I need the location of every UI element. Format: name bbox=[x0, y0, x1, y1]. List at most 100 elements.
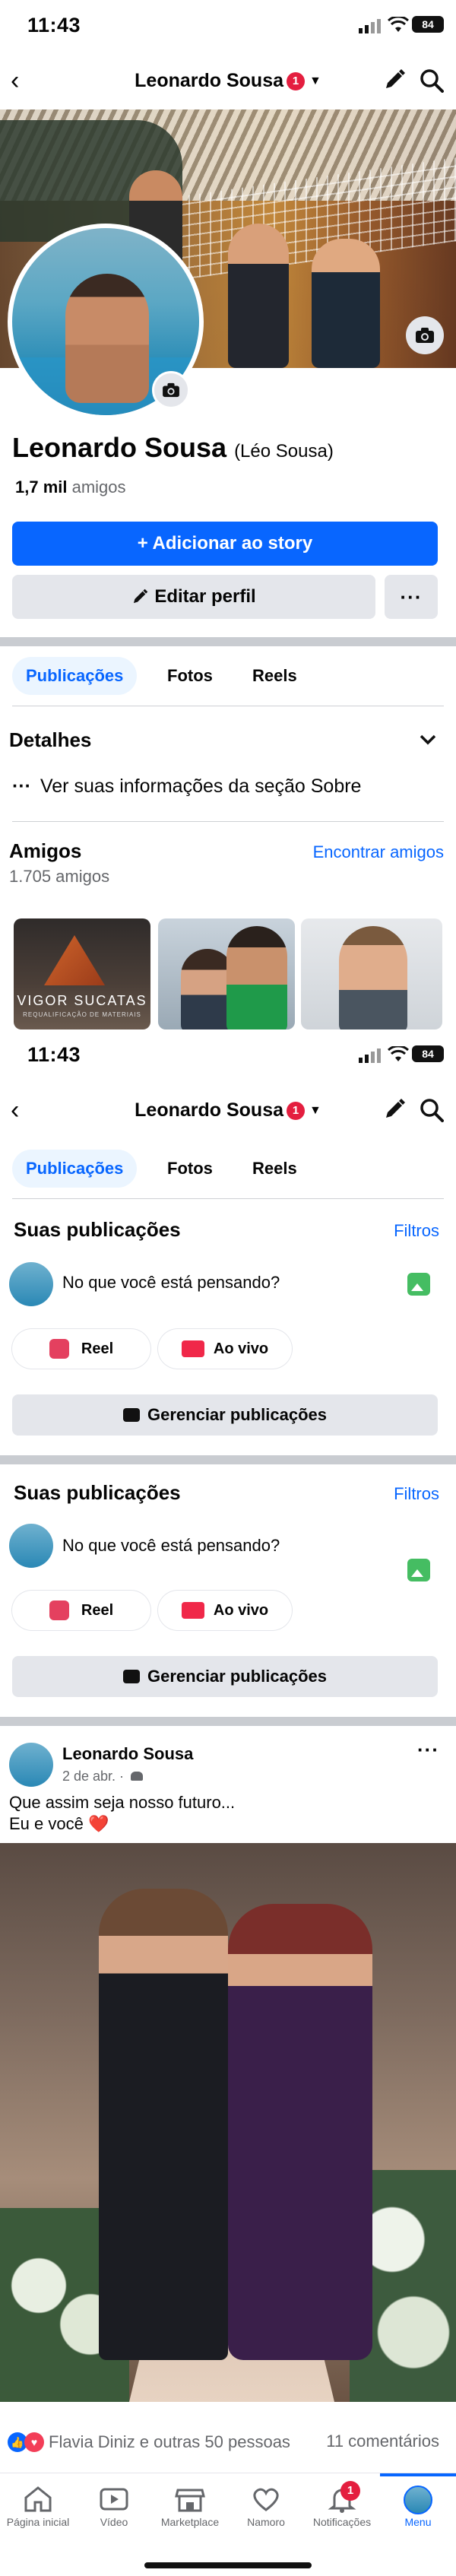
live-label: Ao vivo bbox=[213, 1340, 269, 1357]
post-more-button[interactable]: ··· bbox=[417, 1738, 439, 1762]
reel-icon bbox=[49, 1600, 69, 1620]
friend-thumbnail[interactable]: VIGOR SUCATAS REQUALIFICAÇÃO DE MATERIAI… bbox=[14, 918, 150, 1029]
filters-link[interactable]: Filtros bbox=[394, 1484, 439, 1504]
wifi-icon bbox=[388, 17, 409, 32]
divider bbox=[12, 821, 444, 822]
edit-pencil-icon[interactable] bbox=[383, 68, 406, 91]
video-camera-icon bbox=[181, 1340, 204, 1357]
nav-notifications[interactable]: 1 Notificações bbox=[304, 2473, 380, 2549]
video-camera-icon bbox=[181, 1602, 204, 1619]
page-title-text: Leonardo Sousa bbox=[135, 1099, 284, 1121]
tab-publicacoes[interactable]: Publicações bbox=[12, 1150, 138, 1188]
title-badge: 1 bbox=[287, 1102, 306, 1120]
reactions-text: Flavia Diniz e outras 50 pessoas bbox=[49, 2432, 290, 2451]
chevron-down-icon: ▼ bbox=[309, 1104, 321, 1117]
profile-tabs: Publicações Fotos Reels bbox=[0, 657, 456, 695]
nav-marketplace-label: Marketplace bbox=[160, 2516, 220, 2528]
post-text-line-2: Eu e você ❤️ bbox=[9, 1814, 109, 1833]
nav-home[interactable]: Página inicial bbox=[0, 2473, 76, 2549]
composer-prompt[interactable]: No que você está pensando? bbox=[62, 1273, 280, 1293]
tab-reels[interactable]: Reels bbox=[239, 657, 311, 695]
friends-audience-icon bbox=[131, 1772, 144, 1781]
nav-marketplace[interactable]: Marketplace bbox=[152, 2473, 228, 2549]
section-divider bbox=[0, 1717, 456, 1726]
title-badge: 1 bbox=[287, 72, 306, 90]
manage-posts-label: Gerenciar publicações bbox=[147, 1667, 327, 1686]
edit-pencil-icon[interactable] bbox=[383, 1098, 406, 1121]
live-button[interactable]: Ao vivo bbox=[158, 1591, 292, 1630]
edit-profile-button[interactable]: Editar perfil bbox=[12, 575, 375, 619]
battery-icon: 84 bbox=[412, 16, 444, 33]
cover-camera-icon[interactable] bbox=[406, 316, 444, 354]
top-nav: ‹ Leonardo Sousa 1 ▼ bbox=[0, 1084, 456, 1137]
chat-bubble-icon bbox=[123, 1408, 140, 1422]
search-icon[interactable] bbox=[420, 1098, 444, 1122]
filters-link[interactable]: Filtros bbox=[394, 1221, 439, 1241]
battery-icon: 84 bbox=[412, 1045, 444, 1062]
pencil-icon bbox=[134, 588, 148, 604]
friends-count[interactable]: 1,7 mil amigos bbox=[15, 477, 126, 497]
tab-publicacoes[interactable]: Publicações bbox=[12, 657, 138, 695]
avatar-camera-icon[interactable] bbox=[152, 371, 190, 409]
section-divider bbox=[0, 1455, 456, 1464]
more-options-button[interactable]: ··· bbox=[385, 575, 438, 619]
status-bar: 11:43 84 bbox=[0, 1029, 456, 1086]
marketplace-icon bbox=[175, 2486, 205, 2513]
signal-icon bbox=[359, 1048, 381, 1063]
photo-icon[interactable] bbox=[407, 1559, 430, 1581]
heart-icon bbox=[251, 2486, 281, 2513]
search-icon[interactable] bbox=[420, 68, 444, 93]
manage-posts-label: Gerenciar publicações bbox=[147, 1405, 327, 1424]
friend-thumbnail[interactable] bbox=[301, 918, 442, 1029]
post-text-line-1: Que assim seja nosso futuro... bbox=[9, 1793, 236, 1812]
live-label: Ao vivo bbox=[213, 1601, 269, 1619]
nav-dating[interactable]: Namoro bbox=[228, 2473, 304, 2549]
avatar[interactable] bbox=[9, 1524, 53, 1568]
post-author-name[interactable]: Leonardo Sousa bbox=[62, 1744, 193, 1764]
friends-title: Amigos bbox=[9, 839, 82, 862]
reel-label: Reel bbox=[81, 1340, 114, 1357]
nav-menu[interactable]: Menu bbox=[380, 2473, 456, 2549]
nav-home-label: Página inicial bbox=[6, 2516, 70, 2528]
reel-button[interactable]: Reel bbox=[12, 1329, 150, 1369]
avatar[interactable] bbox=[9, 1262, 53, 1306]
find-friends-link[interactable]: Encontrar amigos bbox=[313, 842, 444, 862]
profile-name-text: Leonardo Sousa bbox=[12, 432, 227, 463]
manage-posts-button[interactable]: Gerenciar publicações bbox=[12, 1394, 438, 1436]
reel-button[interactable]: Reel bbox=[12, 1591, 150, 1630]
reel-icon bbox=[49, 1339, 69, 1359]
post-image[interactable] bbox=[0, 1843, 456, 2402]
friends-total: 1.705 amigos bbox=[9, 867, 110, 886]
chevron-down-icon[interactable] bbox=[420, 734, 436, 745]
nav-notifications-label: Notificações bbox=[312, 2516, 372, 2528]
manage-posts-button[interactable]: Gerenciar publicações bbox=[12, 1656, 438, 1697]
tab-fotos[interactable]: Fotos bbox=[154, 657, 226, 695]
home-indicator bbox=[144, 2562, 312, 2568]
friend-thumbnail-text: VIGOR SUCATAS bbox=[17, 993, 147, 1008]
add-story-button[interactable]: + Adicionar ao story bbox=[12, 522, 438, 566]
about-row-text: Ver suas informações da seção Sobre bbox=[40, 776, 362, 797]
posts-section-title: Suas publicações bbox=[14, 1218, 181, 1241]
nav-video-label: Vídeo bbox=[100, 2516, 128, 2528]
nav-video[interactable]: Vídeo bbox=[76, 2473, 152, 2549]
nav-dating-label: Namoro bbox=[247, 2516, 285, 2528]
tab-reels[interactable]: Reels bbox=[239, 1150, 311, 1188]
top-nav: ‹ Leonardo Sousa 1 ▼ bbox=[0, 55, 456, 108]
post-comments-count[interactable]: 11 comentários bbox=[326, 2432, 439, 2451]
post-author-avatar[interactable] bbox=[9, 1743, 53, 1787]
profile-alt-name: (Léo Sousa) bbox=[234, 441, 334, 462]
page-title-text: Leonardo Sousa bbox=[135, 70, 284, 91]
post-date-text: 2 de abr. · bbox=[62, 1769, 125, 1784]
post-reactions[interactable]: 👍 ♥ Flavia Diniz e outras 50 pessoas bbox=[8, 2429, 290, 2455]
friend-thumbnail[interactable] bbox=[158, 918, 295, 1029]
tab-fotos[interactable]: Fotos bbox=[154, 1150, 226, 1188]
about-row[interactable]: ··· Ver suas informações da seção Sobre bbox=[12, 776, 361, 798]
composer-prompt[interactable]: No que você está pensando? bbox=[62, 1536, 280, 1556]
photo-icon[interactable] bbox=[407, 1273, 430, 1296]
posts-section-title: Suas publicações bbox=[14, 1481, 181, 1504]
divider bbox=[12, 1198, 444, 1199]
chat-bubble-icon bbox=[123, 1670, 140, 1683]
nav-menu-label: Menu bbox=[404, 2516, 432, 2528]
more-dots-icon: ··· bbox=[12, 776, 31, 797]
live-button[interactable]: Ao vivo bbox=[158, 1329, 292, 1369]
